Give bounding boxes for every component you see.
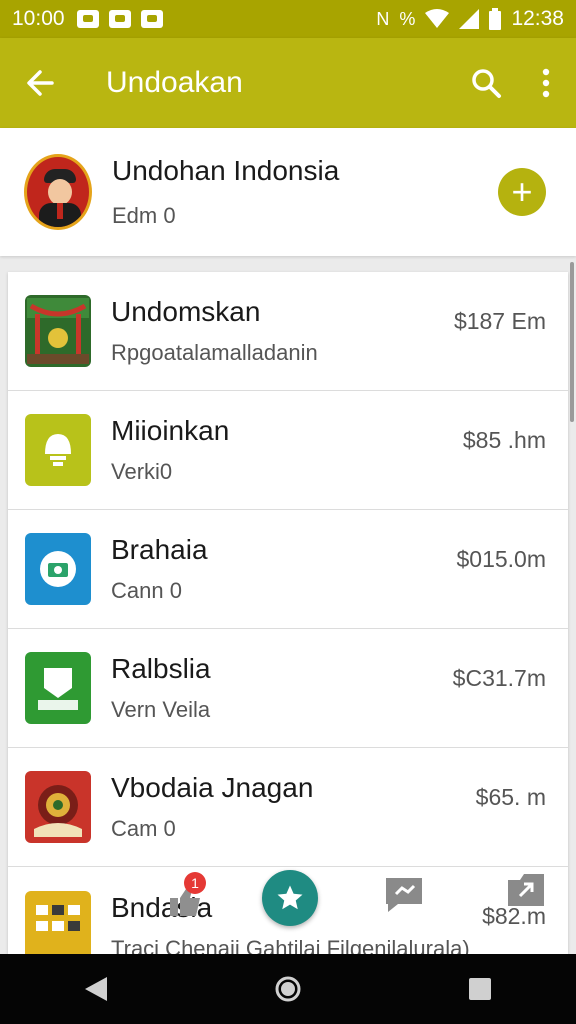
chat-icon [25, 652, 91, 724]
signal-icon [459, 9, 480, 29]
avatar[interactable] [24, 154, 92, 230]
profile-subtitle: Edm 0 [112, 203, 176, 228]
more-vert-icon [542, 68, 550, 98]
home-circle-icon [275, 976, 301, 1002]
profile-name: Undohan Indonsia [112, 155, 340, 186]
notification-icon [108, 10, 131, 28]
system-nav-bar [0, 954, 576, 1024]
status-time: 10:00 [12, 7, 65, 30]
notification-badge: 1 [184, 872, 206, 894]
app-title: Undoakan [106, 66, 243, 99]
item-subtitle: Cann 0 [111, 578, 182, 603]
like-button[interactable]: 1 [168, 872, 208, 916]
back-button[interactable] [0, 38, 80, 128]
grid-app-icon [25, 890, 91, 954]
recents-square-icon [469, 978, 491, 1000]
share-icon [508, 874, 544, 906]
list-item[interactable]: Miioinkan Verki0 $85 .hm [8, 391, 568, 510]
item-subtitle: Cam 0 [111, 816, 176, 841]
emblem-icon [25, 771, 91, 843]
vibrate-icon: % [399, 8, 416, 29]
battery-icon [489, 8, 502, 30]
item-price: $65. m [475, 784, 546, 810]
item-subtitle: Verki0 [111, 459, 173, 484]
item-price: $015.0m [456, 546, 546, 572]
camera-icon [25, 533, 91, 605]
app-bar-actions [456, 38, 576, 128]
item-list: Undomskan Rpgoatalamalladanin $187 Em Mi… [8, 272, 568, 954]
profile-header: Undohan Indonsia Edm 0 [0, 128, 576, 256]
profile-text: Undohan Indonsia Edm 0 [112, 155, 339, 229]
wifi-icon [425, 9, 450, 28]
status-clock: 12:38 [511, 7, 564, 30]
notification-icon [76, 10, 99, 28]
list-item[interactable]: Undomskan Rpgoatalamalladanin $187 Em [8, 272, 568, 391]
search-icon [472, 69, 501, 98]
item-price: $C31.7m [452, 665, 546, 691]
nav-back-button[interactable] [66, 959, 126, 1019]
status-bar: 10:00 N % 12:38 [0, 0, 576, 38]
share-button[interactable] [506, 872, 546, 910]
search-button[interactable] [456, 38, 516, 128]
favorite-button[interactable] [262, 870, 318, 926]
list-item[interactable]: Vbodaia Jnagan Cam 0 $65. m [8, 748, 568, 867]
status-icons: N % 12:38 [376, 7, 564, 31]
lightbulb-icon [25, 414, 91, 486]
nav-recents-button[interactable] [450, 959, 510, 1019]
plus-icon: + [511, 171, 533, 212]
star-icon [277, 885, 303, 910]
back-arrow-icon [27, 70, 54, 96]
item-subtitle: Traci Chenaji Gahtilai Filgenilalurala) [111, 935, 470, 955]
list-item[interactable]: Ralbslia Vern Veila $C31.7m [8, 629, 568, 748]
list-item[interactable]: Brahaia Cann 0 $015.0m [8, 510, 568, 629]
message-button[interactable] [384, 876, 424, 914]
item-subtitle: Vern Veila [111, 697, 211, 722]
notification-icon [140, 10, 163, 28]
more-options-button[interactable] [516, 38, 576, 128]
item-price: $187 Em [453, 308, 546, 334]
item-subtitle: Rpgoatalamalladanin [111, 340, 318, 365]
item-price: $85 .hm [462, 427, 546, 453]
nfc-icon: N [376, 8, 390, 29]
back-triangle-icon [85, 977, 107, 1001]
nav-home-button[interactable] [258, 959, 318, 1019]
festival-icon [25, 295, 91, 367]
add-button[interactable]: + [498, 168, 546, 216]
app-bar: Undoakan [0, 38, 576, 128]
chat-bubble-icon [386, 878, 422, 912]
scrollbar[interactable] [570, 262, 574, 422]
